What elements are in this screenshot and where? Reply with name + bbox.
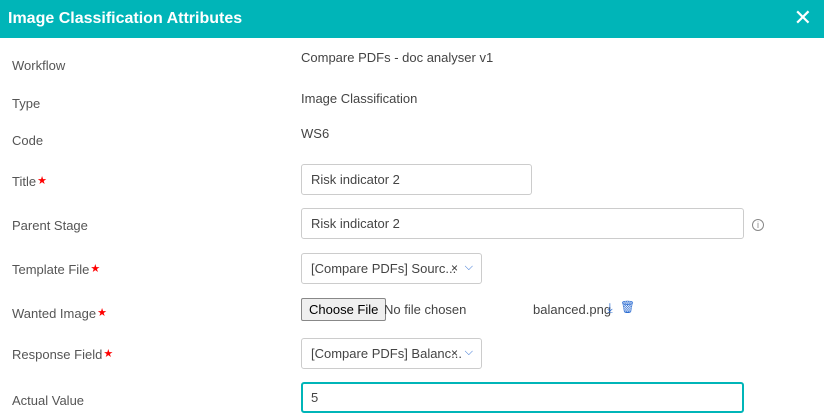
- file-status: No file chosen: [384, 302, 467, 317]
- response-field-select[interactable]: [Compare PDFs] Balanc... × ⌵: [301, 338, 482, 369]
- type-value: Image Classification: [301, 91, 418, 106]
- template-file-label-text: Template File: [12, 262, 90, 277]
- choose-file-button[interactable]: Choose File: [301, 298, 387, 321]
- response-field-label-text: Response Field: [12, 347, 103, 362]
- workflow-label: Workflow: [12, 58, 66, 73]
- required-star-icon: ★: [103, 348, 114, 360]
- parent-stage-input[interactable]: Risk indicator 2: [301, 208, 744, 239]
- template-file-select[interactable]: [Compare PDFs] Sourc... × ⌵: [301, 253, 482, 284]
- response-field-label: Response Field★: [12, 347, 113, 362]
- trash-icon[interactable]: 🗑: [620, 300, 635, 314]
- response-field-value: [Compare PDFs] Balanc...: [311, 346, 462, 361]
- file-name: balanced.png: [533, 302, 612, 317]
- actual-value-label: Actual Value: [12, 393, 85, 408]
- template-file-label: Template File★: [12, 262, 100, 277]
- workflow-value: Compare PDFs - doc analyser v1: [301, 50, 494, 65]
- title-input[interactable]: Risk indicator 2: [301, 164, 532, 195]
- parent-stage-label: Parent Stage: [12, 218, 88, 233]
- type-label: Type: [12, 96, 41, 111]
- code-label: Code: [12, 133, 44, 148]
- title-label-text: Title: [12, 174, 37, 189]
- required-star-icon: ★: [90, 263, 101, 275]
- title-label: Title★: [12, 174, 47, 189]
- wanted-image-label-text: Wanted Image: [12, 306, 97, 321]
- info-icon[interactable]: i: [752, 219, 764, 231]
- clear-icon[interactable]: ×: [451, 339, 458, 368]
- close-icon[interactable]: ✕: [794, 5, 812, 31]
- required-star-icon: ★: [97, 307, 107, 319]
- code-value: WS6: [301, 126, 330, 141]
- chevron-down-icon[interactable]: ⌵: [465, 338, 473, 367]
- chevron-down-icon[interactable]: ⌵: [465, 253, 473, 282]
- required-star-icon: ★: [37, 175, 47, 187]
- dialog-header: Image Classification Attributes ✕: [0, 0, 824, 38]
- wanted-image-label: Wanted Image★: [12, 306, 107, 321]
- dialog-title: Image Classification Attributes: [8, 10, 243, 27]
- download-icon[interactable]: ⤓: [607, 300, 613, 316]
- template-file-value: [Compare PDFs] Sourc...: [311, 261, 457, 276]
- clear-icon[interactable]: ×: [451, 254, 458, 283]
- actual-value-input[interactable]: 5: [301, 382, 744, 413]
